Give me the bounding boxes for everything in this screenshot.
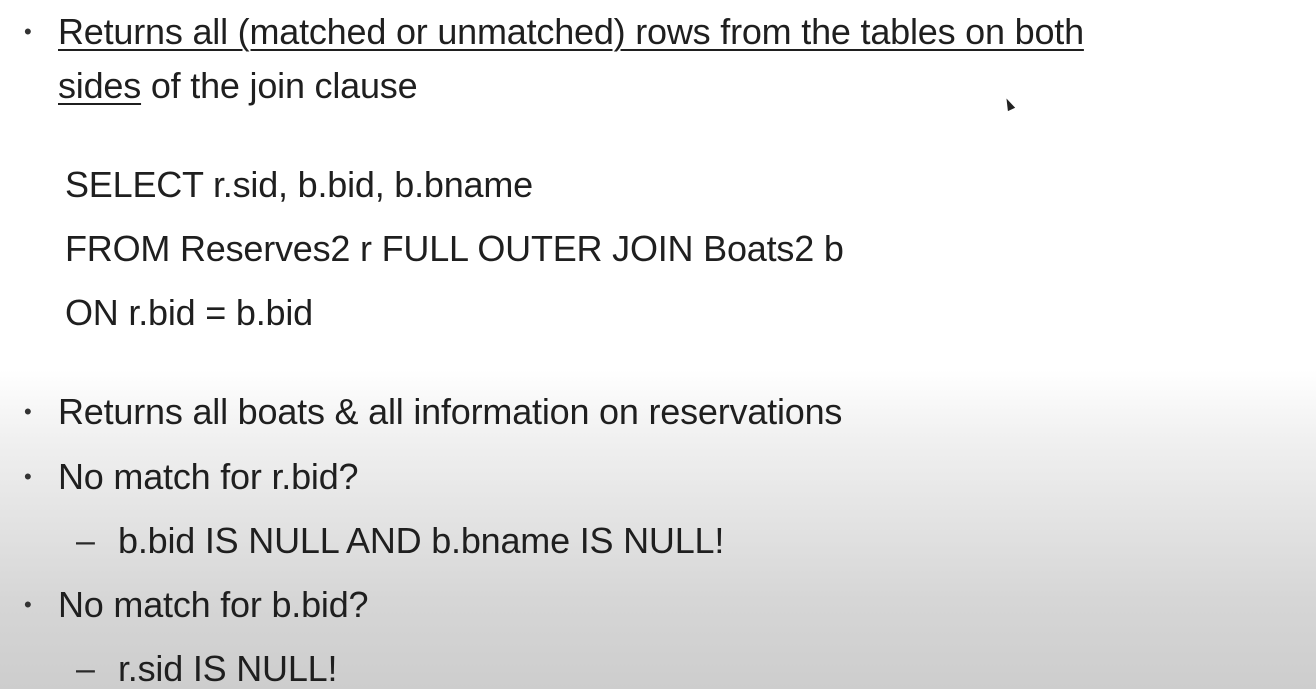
sql-line-select: SELECT r.sid, b.bid, b.bname: [65, 164, 533, 205]
bullet-4-subtext: r.sid IS NULL!: [118, 648, 338, 689]
bullet-1-line-1: Returns all (matched or unmatched) rows …: [58, 10, 1084, 54]
sql-line-on: ON r.bid = b.bid: [65, 292, 313, 333]
bullet-3-marker: •: [24, 464, 32, 489]
bullet-4-sub-marker: –: [76, 650, 95, 688]
bullet-1-line-2: sides of the join clause: [58, 64, 418, 108]
sql-line-from: FROM Reserves2 r FULL OUTER JOIN Boats2 …: [65, 228, 844, 269]
bullet-3-subtext: b.bid IS NULL AND b.bname IS NULL!: [118, 520, 725, 561]
bullet-3-sub-marker: –: [76, 522, 95, 560]
slide: { "bullets": { "b1_part1": "Returns all …: [0, 0, 1316, 689]
bullet-2-text: Returns all boats & all information on r…: [58, 391, 843, 432]
bullet-1-sides-underlined: sides: [58, 65, 142, 106]
bullet-1-marker: •: [24, 19, 32, 44]
bullet-4-text: No match for b.bid?: [58, 584, 369, 625]
bullet-1-text-rest: of the join clause: [141, 65, 418, 106]
mouse-pointer-icon: [1002, 96, 1016, 112]
bullet-2-marker: •: [24, 399, 32, 424]
bullet-3-text: No match for r.bid?: [58, 456, 359, 497]
bullet-4-marker: •: [24, 592, 32, 617]
bullet-1-text-underlined: Returns all (matched or unmatched) rows …: [58, 11, 1084, 52]
